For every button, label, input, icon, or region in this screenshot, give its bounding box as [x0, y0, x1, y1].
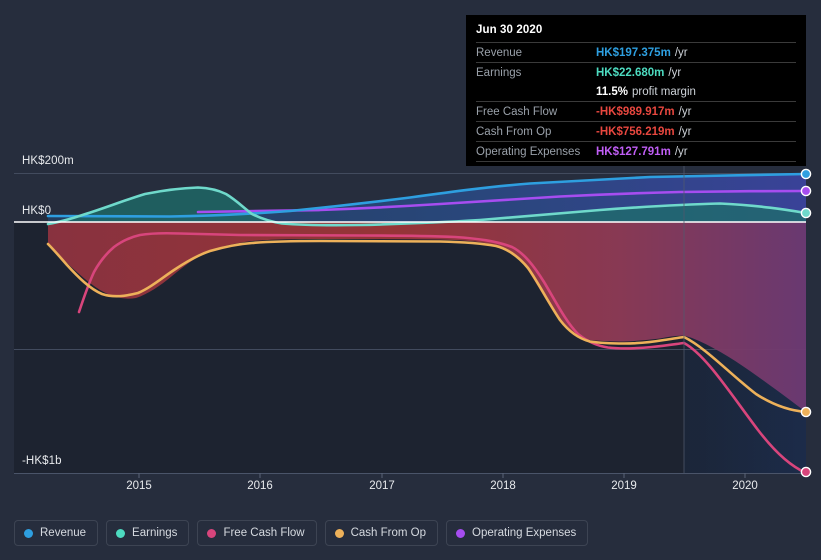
legend-item-cash-from-op[interactable]: Cash From Op [324, 520, 439, 546]
tooltip-row-earnings: Earnings HK$22.680m /yr [476, 62, 796, 82]
legend-item-operating-expenses[interactable]: Operating Expenses [446, 520, 589, 546]
tooltip-label-earnings: Earnings [476, 67, 522, 79]
x-axis-label-2016: 2016 [247, 480, 273, 492]
x-axis-label-2015: 2015 [126, 480, 152, 492]
tooltip-date: Jun 30 2020 [476, 24, 543, 36]
x-axis-label-2019: 2019 [611, 480, 637, 492]
tooltip-value-profit-margin: 11.5% [596, 86, 628, 98]
tooltip-label-revenue: Revenue [476, 47, 523, 59]
y-axis-label-200m: HK$200m [22, 155, 74, 167]
legend-label-cash-from-op: Cash From Op [350, 527, 427, 539]
tooltip-row-profit-margin: 11.5% profit margin [476, 82, 796, 101]
tooltip-unit-operating-expenses: /yr [674, 146, 688, 158]
tooltip-unit-cash-from-op: /yr [678, 126, 692, 138]
tooltip-unit-free-cash-flow: /yr [678, 106, 692, 118]
tooltip-value-operating-expenses: HK$127.791m [596, 146, 671, 158]
tooltip-row-cash-from-op: Cash From Op -HK$756.219m /yr [476, 121, 796, 141]
legend-item-revenue[interactable]: Revenue [14, 520, 99, 546]
legend-item-earnings[interactable]: Earnings [106, 520, 190, 546]
operating-expenses-swatch-icon [456, 528, 466, 538]
x-axis-label-2018: 2018 [490, 480, 516, 492]
tooltip-label-cash-from-op: Cash From Op [476, 126, 552, 138]
tooltip-row-free-cash-flow: Free Cash Flow -HK$989.917m /yr [476, 101, 796, 121]
tooltip-value-earnings: HK$22.680m [596, 67, 665, 79]
revenue-swatch-icon [24, 528, 33, 538]
tooltip-unit-revenue: /yr [674, 47, 688, 59]
free-cash-flow-endpoint-dot [800, 466, 812, 478]
legend-label-free-cash-flow: Free Cash Flow [223, 527, 305, 539]
legend-label-operating-expenses: Operating Expenses [472, 527, 577, 539]
operating-expenses-endpoint-dot [800, 185, 812, 197]
tooltip-label-operating-expenses: Operating Expenses [476, 146, 581, 158]
x-axis-label-2020: 2020 [732, 480, 758, 492]
y-axis-label-minus-1b: -HK$1b [22, 455, 62, 467]
cash-from-op-swatch-icon [334, 528, 344, 538]
y-axis-label-zero: HK$0 [22, 205, 52, 217]
legend-item-free-cash-flow[interactable]: Free Cash Flow [197, 520, 317, 546]
tooltip-unit-earnings: /yr [668, 67, 682, 79]
data-point-tooltip: Jun 30 2020 Revenue HK$197.375m /yr Earn… [466, 15, 806, 166]
tooltip-value-free-cash-flow: -HK$989.917m [596, 106, 675, 118]
legend-label-revenue: Revenue [40, 527, 87, 539]
tooltip-label-free-cash-flow: Free Cash Flow [476, 106, 558, 118]
cash-from-op-endpoint-dot [800, 406, 812, 418]
chart-legend[interactable]: Revenue Earnings Free Cash Flow Cash Fro… [14, 520, 589, 546]
earnings-endpoint-dot [800, 207, 812, 219]
x-axis-label-2017: 2017 [369, 480, 395, 492]
legend-label-earnings: Earnings [132, 527, 178, 539]
free-cash-flow-swatch-icon [207, 528, 217, 538]
tooltip-row-revenue: Revenue HK$197.375m /yr [476, 42, 796, 62]
tooltip-value-cash-from-op: -HK$756.219m [596, 126, 675, 138]
revenue-endpoint-dot [800, 168, 812, 180]
tooltip-row-operating-expenses: Operating Expenses HK$127.791m /yr [476, 141, 796, 161]
tooltip-bottom-rule [476, 161, 796, 162]
tooltip-value-revenue: HK$197.375m [596, 47, 671, 59]
tooltip-unit-profit-margin: profit margin [631, 86, 696, 98]
earnings-swatch-icon [116, 528, 126, 538]
chart-widget: HK$200m HK$0 -HK$1b 2015 2016 2017 2018 … [0, 0, 821, 560]
